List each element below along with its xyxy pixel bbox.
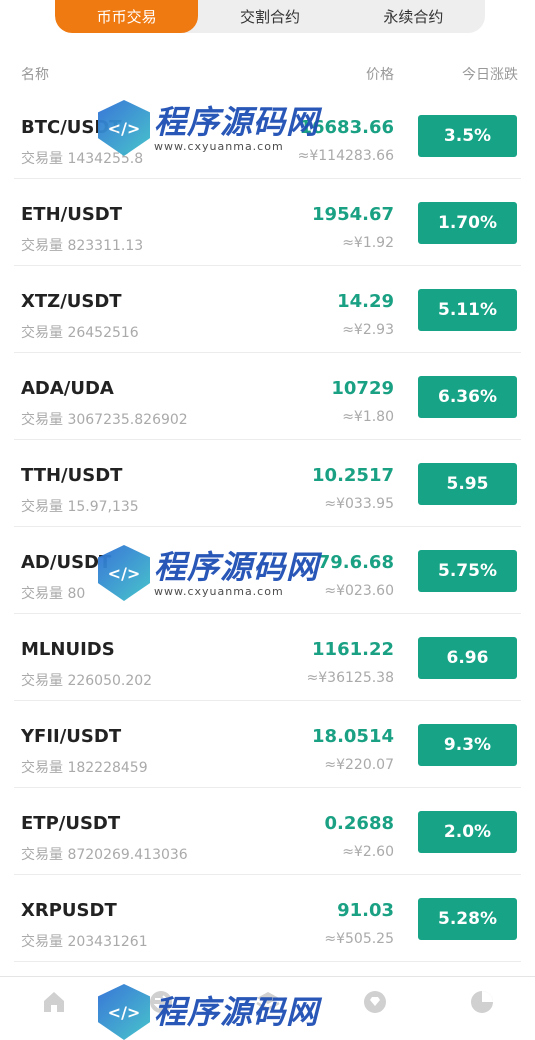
price: 10.2517 — [312, 465, 394, 486]
volume: 交易量 182228459 — [21, 760, 148, 776]
tab-perpetual-contract[interactable]: 永续合约 — [342, 0, 485, 33]
change-badge[interactable]: 6.96 — [418, 637, 517, 679]
price: 1954.67 — [312, 204, 394, 225]
pair-name: BTC/USDT — [21, 117, 122, 138]
cny-price: ≈¥023.60 — [324, 583, 394, 599]
header-name: 名称 — [21, 67, 49, 83]
volume: 交易量 3067235.826902 — [21, 412, 188, 428]
market-row[interactable]: XRPUSDT 交易量 203431261 91.03 ≈¥505.25 5.2… — [14, 875, 521, 962]
market-row[interactable]: XTZ/USDT 交易量 26452516 14.29 ≈¥2.93 5.11% — [14, 266, 521, 353]
pair-name: MLNUIDS — [21, 639, 115, 660]
change-badge[interactable]: 2.0% — [418, 811, 517, 853]
tab-delivery-contract[interactable]: 交割合约 — [198, 0, 341, 33]
price: 18.0514 — [312, 726, 394, 747]
pair-name: TTH/USDT — [21, 465, 123, 486]
change-badge[interactable]: 5.95 — [418, 463, 517, 505]
change-badge[interactable]: 9.3% — [418, 724, 517, 766]
nav-assets[interactable] — [214, 977, 321, 1025]
pair-name: XRPUSDT — [21, 900, 117, 921]
volume: 交易量 26452516 — [21, 325, 139, 341]
volume: 交易量 80 — [21, 586, 86, 602]
exchange-icon — [149, 991, 172, 1013]
market-tabs: 币币交易 交割合约 永续合约 — [55, 0, 485, 33]
cny-price: ≈¥505.25 — [324, 931, 394, 947]
change-badge[interactable]: 5.28% — [418, 898, 517, 940]
market-row[interactable]: YFII/USDT 交易量 182228459 18.0514 ≈¥220.07… — [14, 701, 521, 788]
pair-name: ETP/USDT — [21, 813, 121, 834]
home-icon — [43, 992, 64, 1012]
bottom-nav — [0, 976, 535, 1025]
volume: 交易量 203431261 — [21, 934, 148, 950]
market-row[interactable]: ETH/USDT 交易量 823311.13 1954.67 ≈¥1.92 1.… — [14, 179, 521, 266]
price: 91.03 — [337, 900, 394, 921]
market-row[interactable]: ETP/USDT 交易量 8720269.413036 0.2688 ≈¥2.6… — [14, 788, 521, 875]
market-row[interactable]: ADA/UDA 交易量 3067235.826902 10729 ≈¥1.80 … — [14, 353, 521, 440]
price: 10729 — [331, 378, 394, 399]
layers-icon — [255, 992, 280, 1011]
header-change: 今日涨跌 — [462, 67, 518, 83]
market-row[interactable]: MLNUIDS 交易量 226050.202 1161.22 ≈¥36125.3… — [14, 614, 521, 701]
nav-vip[interactable] — [321, 977, 428, 1025]
pair-name: YFII/USDT — [21, 726, 122, 747]
pair-name: ADA/UDA — [21, 378, 114, 399]
pair-name: AD/USDT — [21, 552, 112, 573]
market-row[interactable]: TTH/USDT 交易量 15.97,135 10.2517 ≈¥033.95 … — [14, 440, 521, 527]
volume: 交易量 823311.13 — [21, 238, 144, 254]
volume: 交易量 226050.202 — [21, 673, 153, 689]
tab-spot[interactable]: 币币交易 — [55, 0, 199, 33]
pie-chart-icon — [470, 991, 493, 1013]
cny-price: ≈¥2.60 — [342, 844, 394, 860]
change-badge[interactable]: 5.11% — [418, 289, 517, 331]
cny-price: ≈¥114283.66 — [297, 148, 394, 164]
change-badge[interactable]: 6.36% — [418, 376, 517, 418]
cny-price: ≈¥033.95 — [324, 496, 394, 512]
change-badge[interactable]: 5.75% — [418, 550, 517, 592]
volume: 交易量 15.97,135 — [21, 499, 139, 515]
volume: 交易量 8720269.413036 — [21, 847, 188, 863]
column-header: 名称 价格 今日涨跌 — [0, 64, 535, 84]
nav-trade[interactable] — [107, 977, 214, 1025]
market-row[interactable]: BTC/USDT 交易量 1434255.8 16683.66 ≈¥114283… — [14, 92, 521, 179]
change-badge[interactable]: 1.70% — [418, 202, 517, 244]
cny-price: ≈¥2.93 — [342, 322, 394, 338]
price: 16683.66 — [299, 117, 394, 138]
cny-price: ≈¥1.80 — [342, 409, 394, 425]
cny-price: ≈¥36125.38 — [306, 670, 394, 686]
change-badge[interactable]: 3.5% — [418, 115, 517, 157]
header-price: 价格 — [366, 67, 394, 83]
diamond-icon — [363, 991, 386, 1013]
cny-price: ≈¥220.07 — [324, 757, 394, 773]
pair-name: XTZ/USDT — [21, 291, 122, 312]
price: 0.2688 — [324, 813, 394, 834]
volume: 交易量 1434255.8 — [21, 151, 144, 167]
price: 79.6.68 — [317, 552, 394, 573]
market-row[interactable]: AD/USDT 交易量 80 79.6.68 ≈¥023.60 5.75% — [14, 527, 521, 614]
cny-price: ≈¥1.92 — [342, 235, 394, 251]
price: 1161.22 — [312, 639, 394, 660]
pair-name: ETH/USDT — [21, 204, 123, 225]
nav-home[interactable] — [0, 977, 107, 1025]
nav-profile[interactable] — [428, 977, 535, 1025]
price: 14.29 — [337, 291, 394, 312]
